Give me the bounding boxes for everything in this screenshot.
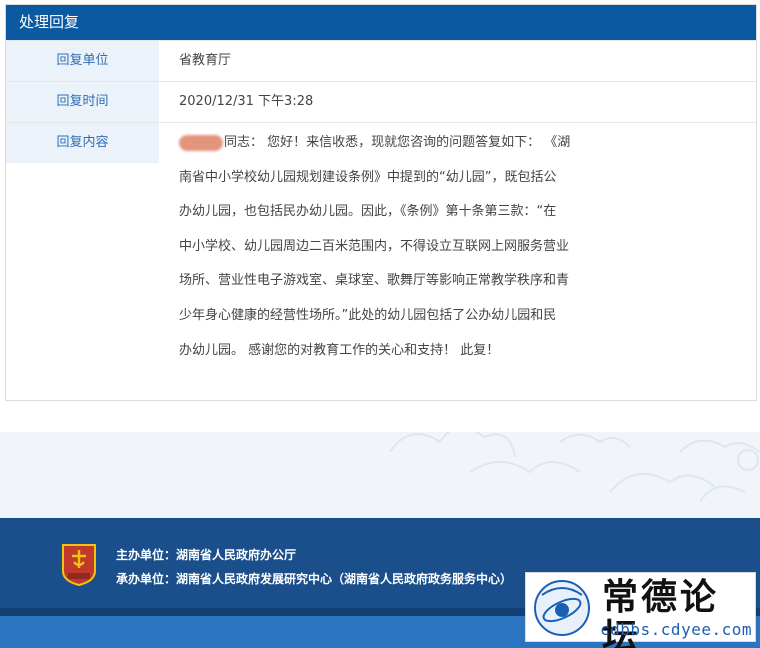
- reply-line: 办幼儿园。 感谢您的对教育工作的关心和支持！ 此复！: [179, 342, 500, 358]
- cloud-pattern-icon: [389, 432, 760, 503]
- reply-line: 同志： 您好！来信收悉，现就您咨询的问题答复如下： 《湖: [179, 126, 599, 161]
- reply-line: 南省中小学校幼儿园规划建设条例》中提到的“幼儿园”，既包括公: [179, 169, 557, 185]
- reply-line: 办幼儿园，也包括民办幼儿园。因此，《条例》第十条第三款：“在: [179, 204, 557, 220]
- panel-header: 处理回复: [6, 5, 756, 40]
- reply-line: 中小学校、幼儿园周边二百米范围内，不得设立互联网上网服务营业: [179, 238, 570, 254]
- reply-content-value: 同志： 您好！来信收悉，现就您咨询的问题答复如下： 《湖 南省中小学校幼儿园规划…: [179, 123, 599, 368]
- reply-time-label: 回复时间: [6, 82, 159, 122]
- reply-panel: 处理回复 回复单位 省教育厅 回复时间 2020/12/31 下午3:28 回复…: [5, 4, 757, 401]
- reply-content-row: 回复内容 同志： 您好！来信收悉，现就您咨询的问题答复如下： 《湖 南省中小学校…: [6, 122, 756, 400]
- reply-unit-label: 回复单位: [6, 41, 159, 81]
- forum-url: cdbbs.cdyee.com: [600, 620, 752, 639]
- reply-unit-value: 省教育厅: [179, 53, 232, 68]
- reply-content-label: 回复内容: [6, 123, 159, 163]
- reply-line: 场所、营业性电子游戏室、桌球室、歌舞厅等影响正常教学秩序和青: [179, 273, 570, 289]
- redacted-name: [179, 134, 223, 151]
- reply-line: 少年身心健康的经营性场所。”此处的幼儿园包括了公办幼儿园和民: [179, 307, 557, 323]
- sponsor-value[interactable]: 湖南省人民政府办公厅: [176, 548, 296, 562]
- forum-watermark: 常德论坛 cdbbs.cdyee.com: [525, 572, 756, 648]
- forum-logo-icon: [534, 580, 590, 636]
- organizer-label: 承办单位：: [116, 572, 177, 586]
- government-emblem-icon: [62, 544, 96, 586]
- organizer-line: 承办单位：湖南省人民政府发展研究中心（湖南省人民政府政务服务中心）: [116, 570, 512, 587]
- sponsor-line: 主办单位：湖南省人民政府办公厅: [116, 546, 296, 563]
- content-area: 处理回复 回复单位 省教育厅 回复时间 2020/12/31 下午3:28 回复…: [0, 0, 760, 432]
- sponsor-label: 主办单位：: [116, 548, 177, 562]
- reply-unit-row: 回复单位 省教育厅: [6, 40, 756, 81]
- reply-time-row: 回复时间 2020/12/31 下午3:28: [6, 81, 756, 122]
- organizer-value[interactable]: 湖南省人民政府发展研究中心（湖南省人民政府政务服务中心）: [176, 572, 512, 586]
- reply-time-value: 2020/12/31 下午3:28: [179, 94, 314, 109]
- decorative-band: [0, 432, 760, 518]
